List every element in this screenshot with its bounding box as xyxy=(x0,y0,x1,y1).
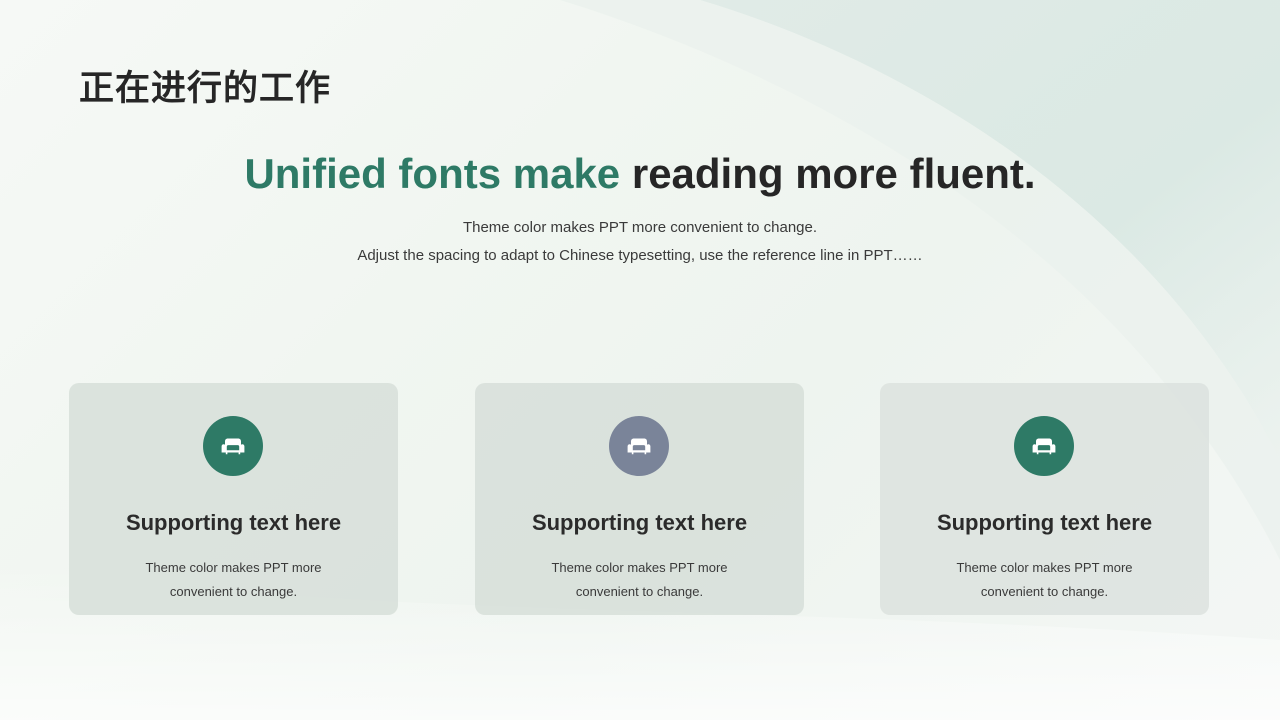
card-title: Supporting text here xyxy=(531,510,748,535)
subtitle-line-2: Adjust the spacing to adapt to Chinese t… xyxy=(357,247,923,264)
armchair-icon xyxy=(1014,416,1074,476)
card-description-line-1: Theme color makes PPT more xyxy=(551,560,728,575)
card-description-line-2: convenient to change. xyxy=(575,584,704,599)
armchair-icon xyxy=(609,416,669,476)
card-description-line-1: Theme color makes PPT more xyxy=(956,560,1133,575)
card-title: Supporting text here xyxy=(125,510,342,535)
card-title: Supporting text here xyxy=(936,510,1153,535)
headline-accent: Unified fonts make xyxy=(244,150,621,197)
feature-card-1: Supporting text here Theme color makes P… xyxy=(69,383,398,615)
subtitle-line-1: Theme color makes PPT more convenient to… xyxy=(462,219,818,236)
headline-rest: reading more fluent. xyxy=(631,150,1036,197)
headline: Unified fonts make reading more fluent. xyxy=(0,150,1280,198)
page-title: 正在进行的工作 xyxy=(79,69,332,109)
card-description-line-2: convenient to change. xyxy=(980,584,1109,599)
feature-card-2: Supporting text here Theme color makes P… xyxy=(475,383,804,615)
armchair-icon xyxy=(203,416,263,476)
card-description-line-1: Theme color makes PPT more xyxy=(145,560,322,575)
feature-card-3: Supporting text here Theme color makes P… xyxy=(880,383,1209,615)
card-description-line-2: convenient to change. xyxy=(169,584,298,599)
